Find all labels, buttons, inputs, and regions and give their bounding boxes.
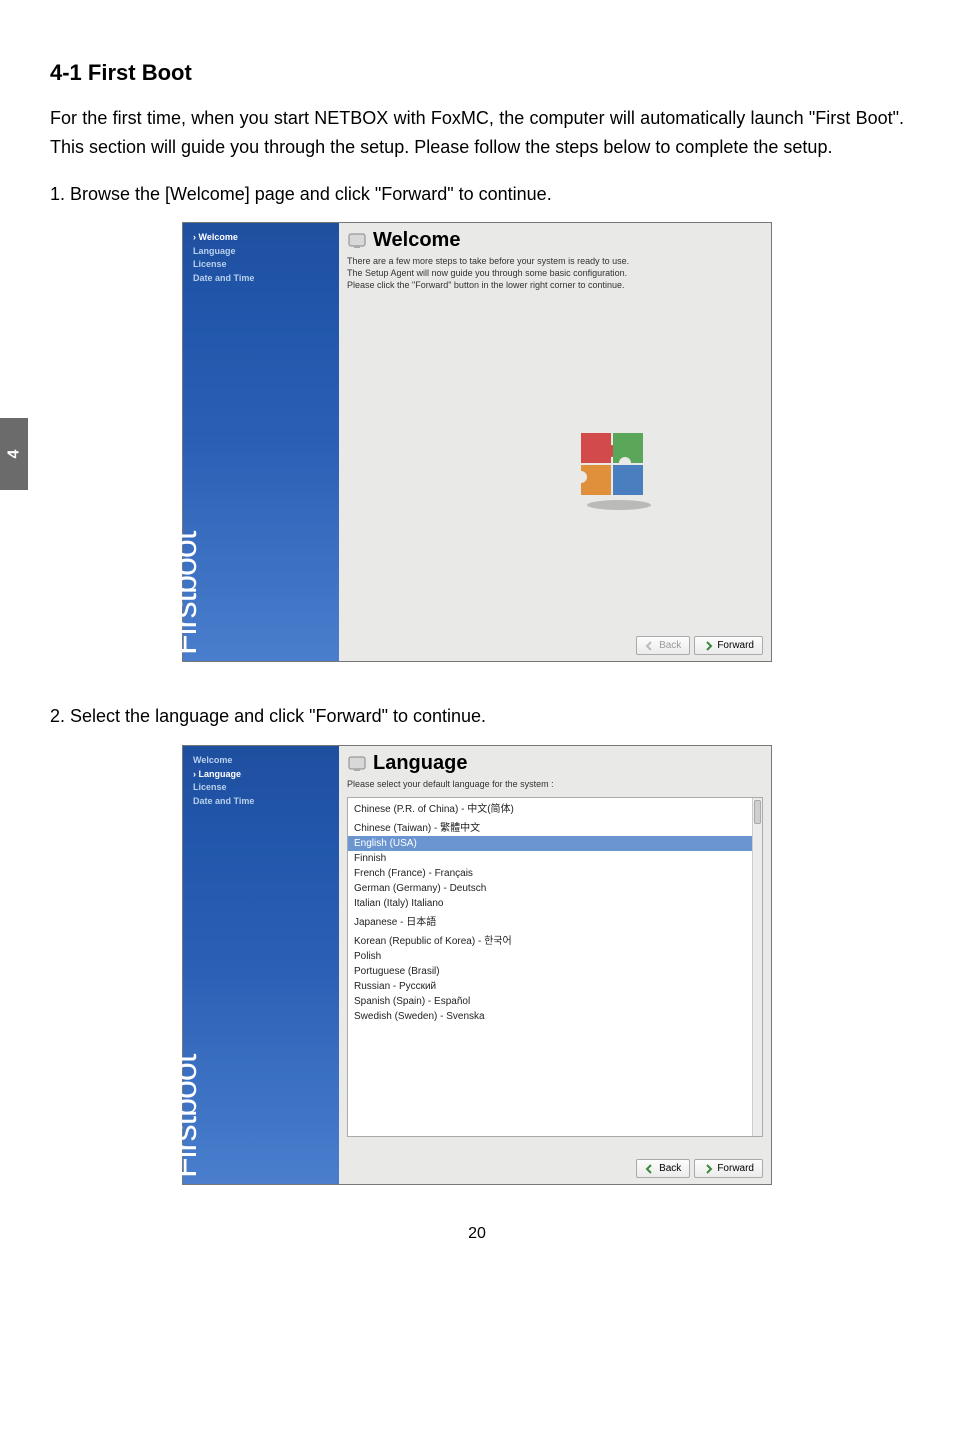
sidebar-item-license[interactable]: License: [193, 258, 333, 272]
wizard-main: Language Please select your default lang…: [339, 746, 771, 1184]
language-icon: [347, 754, 367, 774]
scrollbar[interactable]: [752, 798, 762, 1136]
firstboot-logo: Firstboot: [166, 1055, 205, 1178]
chapter-tab: 4: [0, 418, 28, 490]
sidebar-item-datetime[interactable]: Date and Time: [193, 272, 333, 286]
screenshot-language: Welcome Language License Date and Time F…: [182, 745, 772, 1185]
step-2: 2. Select the language and click "Forwar…: [50, 702, 904, 731]
arrow-left-icon: [645, 641, 655, 651]
list-item[interactable]: Korean (Republic of Korea) - 한국어: [348, 930, 762, 949]
screenshot-welcome: Welcome Language License Date and Time F…: [182, 222, 772, 662]
page-title: Language: [373, 752, 467, 775]
firstboot-logo: Firstboot: [166, 532, 205, 655]
list-item[interactable]: Russian - Русский: [348, 979, 762, 994]
list-item[interactable]: Chinese (P.R. of China) - 中文(简体): [348, 798, 762, 817]
arrow-right-icon: [703, 1164, 713, 1174]
list-item[interactable]: Spanish (Spain) - Español: [348, 994, 762, 1009]
sidebar-item-language[interactable]: Language: [193, 768, 333, 782]
sidebar-item-welcome[interactable]: Welcome: [193, 231, 333, 245]
sidebar-item-datetime[interactable]: Date and Time: [193, 795, 333, 809]
back-button[interactable]: Back: [636, 1159, 690, 1178]
wizard-sidebar: Welcome Language License Date and Time F…: [183, 746, 339, 1184]
page-number: 20: [50, 1225, 904, 1243]
forward-button[interactable]: Forward: [694, 636, 763, 655]
list-item[interactable]: Portuguese (Brasil): [348, 964, 762, 979]
language-list[interactable]: Chinese (P.R. of China) - 中文(简体) Chinese…: [347, 797, 763, 1137]
list-item[interactable]: Italian (Italy) Italiano: [348, 896, 762, 911]
welcome-icon: [347, 231, 367, 251]
page-title: Welcome: [373, 229, 460, 252]
step-1: 1. Browse the [Welcome] page and click "…: [50, 180, 904, 209]
arrow-right-icon: [703, 641, 713, 651]
list-item[interactable]: Finnish: [348, 851, 762, 866]
sidebar-item-welcome[interactable]: Welcome: [193, 754, 333, 768]
list-item[interactable]: Chinese (Taiwan) - 繁體中文: [348, 817, 762, 836]
list-item[interactable]: Polish: [348, 949, 762, 964]
puzzle-icon: [571, 423, 661, 516]
wizard-sidebar: Welcome Language License Date and Time F…: [183, 223, 339, 661]
list-item[interactable]: French (France) - Français: [348, 866, 762, 881]
back-button: Back: [636, 636, 690, 655]
welcome-description: There are a few more steps to take befor…: [347, 256, 763, 291]
sidebar-item-language[interactable]: Language: [193, 245, 333, 259]
list-item[interactable]: Japanese - 日本語: [348, 911, 762, 930]
list-item[interactable]: German (Germany) - Deutsch: [348, 881, 762, 896]
wizard-main: Welcome There are a few more steps to ta…: [339, 223, 771, 661]
intro-paragraph: For the first time, when you start NETBO…: [50, 104, 904, 162]
list-item[interactable]: English (USA): [348, 836, 762, 851]
sidebar-item-license[interactable]: License: [193, 781, 333, 795]
forward-button[interactable]: Forward: [694, 1159, 763, 1178]
arrow-left-icon: [645, 1164, 655, 1174]
language-description: Please select your default language for …: [347, 779, 763, 791]
list-item[interactable]: Swedish (Sweden) - Svenska: [348, 1009, 762, 1024]
section-title: 4-1 First Boot: [50, 60, 904, 86]
